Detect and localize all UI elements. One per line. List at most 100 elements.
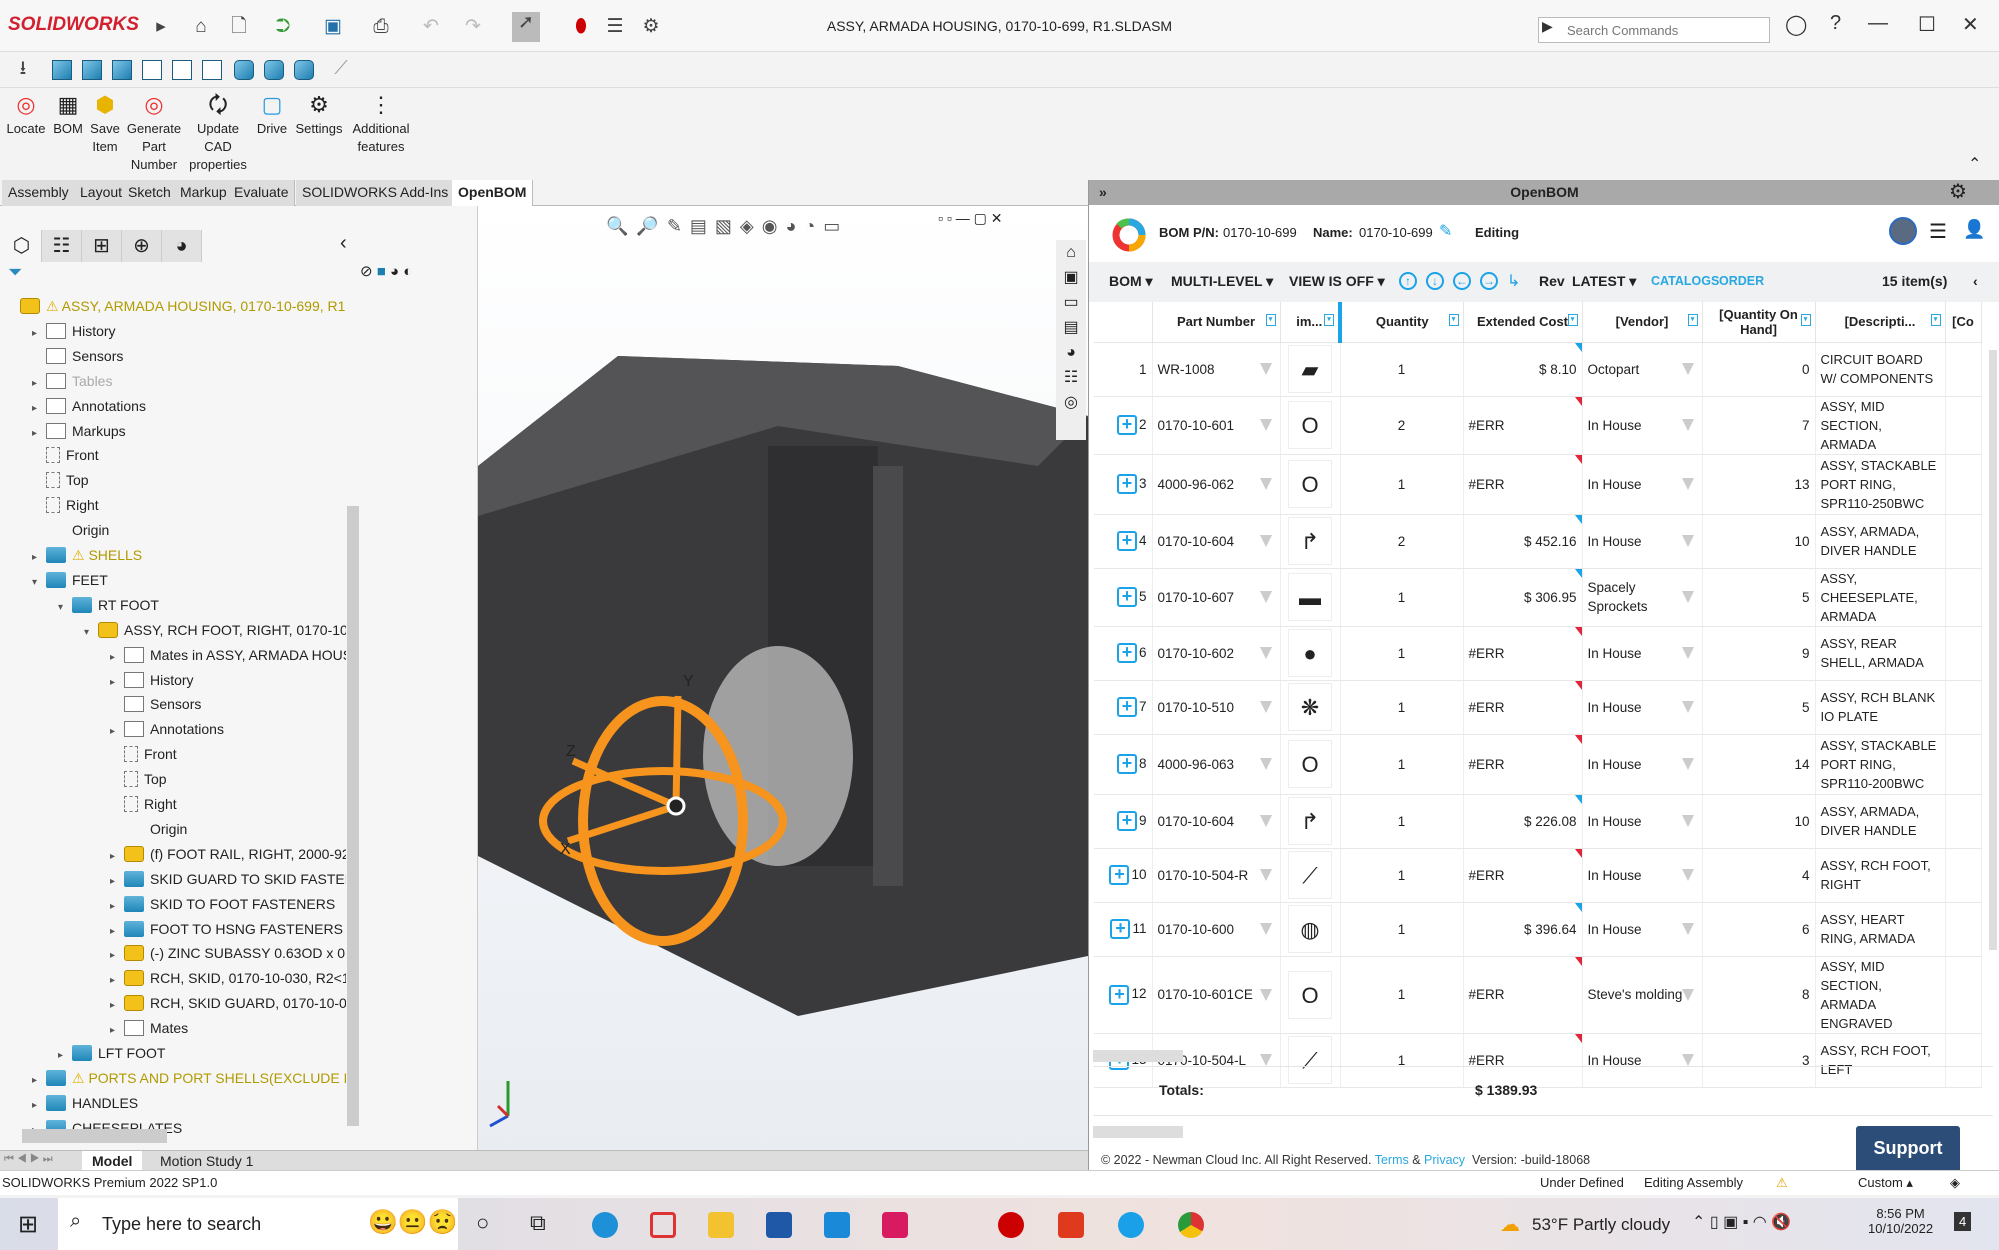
expand-toggle-icon[interactable]: ▸ — [110, 969, 124, 990]
dropdown-arrow-icon[interactable] — [1259, 363, 1272, 375]
quantity-on-hand[interactable]: 13 — [1794, 477, 1809, 492]
dropdown-arrow-icon[interactable] — [1681, 535, 1694, 547]
vendor[interactable]: Steve's molding — [1588, 987, 1683, 1002]
column-header[interactable]: [Vendor] ▾ — [1582, 302, 1703, 343]
dropdown-arrow-icon[interactable] — [1259, 869, 1272, 881]
totals-horizontal-scrollbar[interactable] — [1093, 1126, 1183, 1138]
dropdown-arrow-icon[interactable] — [1681, 701, 1694, 713]
dropdown-arrow-icon[interactable] — [1681, 758, 1694, 770]
description[interactable]: ASSY, ARMADA, DIVER HANDLE — [1821, 524, 1920, 558]
expand-toggle-icon[interactable]: ▸ — [110, 895, 124, 916]
tab-sketch[interactable]: Sketch — [122, 180, 178, 206]
quantity-on-hand[interactable]: 10 — [1794, 814, 1809, 829]
quantity[interactable]: 2 — [1398, 534, 1406, 549]
expand-toggle-icon[interactable]: ▸ — [110, 1019, 124, 1040]
vendor[interactable]: In House — [1588, 868, 1642, 883]
settings-button[interactable]: ⚙ Settings — [292, 92, 346, 138]
tree-item[interactable]: Sensors — [110, 692, 346, 716]
tree-item[interactable]: ▸ Mates in ASSY, ARMADA HOUS — [110, 643, 346, 667]
status-options-icon[interactable]: ◈ — [1950, 1171, 1960, 1195]
expand-toggle-icon[interactable]: ▸ — [32, 372, 46, 393]
table-row[interactable]: +11 0170-10-600 ◍ 1 $ 396.64 In House 6 ASSY, H… — [1094, 902, 1982, 957]
part-number[interactable]: 0170-10-510 — [1158, 700, 1235, 715]
column-header[interactable]: Part Number ▾ — [1152, 302, 1281, 343]
tree-item[interactable]: ▸ FOOT TO HSNG FASTENERS — [110, 917, 346, 941]
table-row[interactable]: 1 WR-1008 ▰ 1 $ 8.10 Octopart 0 CIRCUIT BOARD W… — [1094, 342, 1982, 397]
expand-toggle-icon[interactable]: ▸ — [32, 422, 46, 443]
column-filter-icon[interactable]: ▾ — [1324, 314, 1334, 326]
solidworks-taskbar-icon[interactable] — [998, 1212, 1024, 1238]
expand-toggle-icon[interactable]: ▸ — [110, 994, 124, 1015]
vendor[interactable]: In House — [1588, 814, 1642, 829]
column-filter-icon[interactable]: ▾ — [1800, 314, 1811, 326]
table-horizontal-scrollbar[interactable] — [1093, 1050, 1183, 1062]
expand-toggle-icon[interactable]: ▸ — [32, 1069, 46, 1090]
dimxpert-tab-icon[interactable]: ⊕ — [122, 230, 162, 262]
edge-icon[interactable] — [592, 1212, 618, 1238]
quantity[interactable]: 2 — [1398, 418, 1406, 433]
description[interactable]: ASSY, STACKABLE PORT RING, SPR110-200BWC — [1821, 738, 1937, 791]
dropdown-arrow-icon[interactable] — [1259, 923, 1272, 935]
search-commands-input[interactable]: Search Commands — [1538, 17, 1770, 43]
tab-motion-study[interactable]: Motion Study 1 — [150, 1151, 263, 1171]
part-number[interactable]: 4000-96-062 — [1158, 477, 1235, 492]
table-row[interactable]: +2 0170-10-601 O 2 #ERR In House 7 ASSY, MID SE… — [1094, 396, 1982, 455]
store-icon[interactable] — [766, 1212, 792, 1238]
dropdown-arrow-icon[interactable] — [1681, 647, 1694, 659]
quantity-on-hand[interactable]: 4 — [1802, 868, 1810, 883]
tree-item[interactable]: ▾ FEET — [32, 568, 346, 592]
vendor[interactable]: Octopart — [1588, 362, 1640, 377]
dropdown-arrow-icon[interactable] — [1259, 535, 1272, 547]
quantity[interactable]: 1 — [1398, 362, 1406, 377]
tree-item[interactable]: ▸ RCH, SKID GUARD, 0170-10-031 — [110, 991, 346, 1015]
tab-model[interactable]: Model — [82, 1151, 143, 1171]
column-header[interactable]: [Co — [1945, 302, 1982, 343]
vendor[interactable]: In House — [1588, 922, 1642, 937]
support-button[interactable]: Support — [1856, 1126, 1960, 1170]
taskbar-search-input[interactable]: ⌕ Type here to search 😀😐😟 — [58, 1198, 458, 1250]
view-right-icon[interactable] — [142, 60, 162, 80]
expand-panel-icon[interactable]: » — [1099, 180, 1107, 205]
dropdown-arrow-icon[interactable] — [1681, 869, 1694, 881]
tree-item[interactable]: ▸ (-) ZINC SUBASSY 0.63OD x 0.25 — [110, 941, 346, 965]
tree-item[interactable]: Front — [110, 742, 346, 766]
description[interactable]: ASSY, MID SECTION, ARMADA — [1821, 399, 1885, 452]
expand-toggle-icon[interactable]: ▸ — [110, 920, 124, 941]
vendor[interactable]: Spacely Sprockets — [1588, 580, 1648, 614]
table-row[interactable]: +3 4000-96-062 O 1 #ERR In House 13 ASSY, STACK… — [1094, 454, 1982, 515]
bom-button[interactable]: ▦ BOM — [50, 92, 86, 138]
vendor[interactable]: In House — [1588, 418, 1642, 433]
expand-row-button[interactable]: + — [1116, 811, 1137, 832]
dropdown-arrow-icon[interactable] — [1259, 815, 1272, 827]
part-number[interactable]: 4000-96-063 — [1158, 757, 1235, 772]
column-header[interactable]: im... ▾ — [1280, 302, 1341, 343]
column-filter-icon[interactable]: ▾ — [1567, 314, 1578, 326]
part-number[interactable]: 0170-10-504-R — [1158, 868, 1249, 883]
drive-button[interactable]: ▢ Drive — [254, 92, 290, 138]
expand-toggle-icon[interactable]: ▸ — [58, 1044, 72, 1065]
quantity-on-hand[interactable]: 9 — [1802, 646, 1810, 661]
rev-dropdown[interactable]: LATEST ▾ — [1572, 273, 1636, 290]
column-header[interactable]: Extended Cost ▾ — [1463, 302, 1583, 343]
description[interactable]: ASSY, MID SECTION, ARMADA ENGRAVED — [1821, 959, 1893, 1031]
tree-item[interactable]: ▸ Markups — [32, 419, 346, 443]
collapse-toolbar-icon[interactable]: ‹ — [1973, 273, 1978, 289]
table-row[interactable]: +10 0170-10-504-R ⟋ 1 #ERR In House 4 ASSY, RCH… — [1094, 848, 1982, 903]
description[interactable]: ASSY, HEART RING, ARMADA — [1821, 912, 1916, 946]
expand-toggle-icon[interactable]: ▸ — [110, 845, 124, 866]
expand-toggle-icon[interactable]: ▾ — [84, 621, 98, 642]
column-header[interactable]: [Descripti... ▾ — [1815, 302, 1946, 343]
additional-features-button[interactable]: ⋮ Additional features — [348, 92, 414, 156]
view-left-icon[interactable] — [112, 60, 132, 80]
hamburger-menu-icon[interactable]: ☰ — [1929, 219, 1947, 244]
quantity-on-hand[interactable]: 0 — [1802, 362, 1810, 377]
quantity-on-hand[interactable]: 5 — [1802, 590, 1810, 605]
dropdown-arrow-icon[interactable] — [1681, 363, 1694, 375]
tree-vertical-scrollbar[interactable] — [347, 506, 359, 1126]
table-row[interactable]: +7 0170-10-510 ❋ 1 #ERR In House 5 ASSY, RCH BL… — [1094, 680, 1982, 735]
system-tray-icons[interactable]: ⌃ ▯ ▣ ▪ ◠ 🔇 — [1692, 1212, 1791, 1232]
view-dropdown[interactable]: VIEW IS OFF ▾ — [1289, 273, 1385, 290]
tree-item[interactable]: Right — [110, 792, 346, 816]
tree-item[interactable]: ▸ ⚠ PORTS AND PORT SHELLS(EXCLUDE FRO — [32, 1066, 346, 1090]
sync-app-icon[interactable] — [650, 1212, 676, 1238]
